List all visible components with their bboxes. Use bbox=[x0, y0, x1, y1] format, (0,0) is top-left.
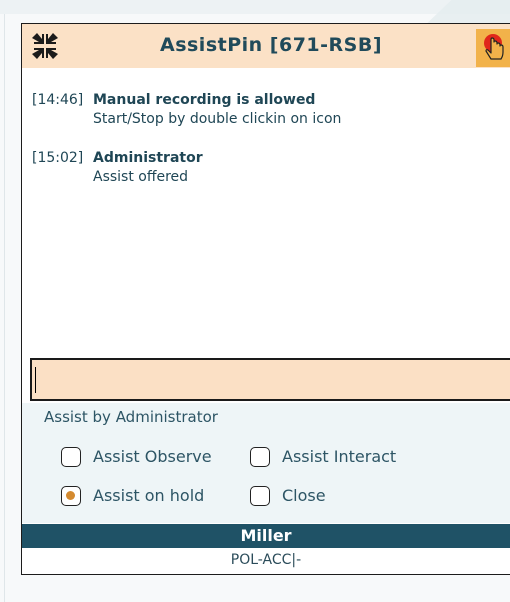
assist-on-hold-label: Assist on hold bbox=[93, 486, 205, 505]
text-caret bbox=[35, 367, 36, 393]
background-rule bbox=[4, 14, 5, 602]
log-time: [15:02] bbox=[32, 150, 84, 166]
log-sender: Administrator bbox=[93, 150, 203, 166]
assist-panel-title: Assist by Administrator bbox=[44, 408, 218, 426]
assist-panel: Assist by Administrator Assist Observe A… bbox=[22, 403, 510, 523]
assistpin-window: AssistPin [671-RSB] [14:46] Manual recor… bbox=[21, 23, 510, 575]
assist-interact-checkbox[interactable] bbox=[250, 447, 270, 467]
collapse-arrows-icon[interactable] bbox=[32, 33, 58, 59]
log-message: Assist offered bbox=[93, 169, 189, 185]
message-input[interactable] bbox=[30, 358, 510, 401]
window-title: AssistPin [671-RSB] bbox=[159, 34, 383, 56]
close-checkbox[interactable] bbox=[250, 486, 270, 506]
selected-dot bbox=[66, 491, 75, 500]
assist-interact-label: Assist Interact bbox=[282, 447, 397, 466]
assist-observe-checkbox[interactable] bbox=[61, 447, 81, 467]
user-name-bar: Miller bbox=[22, 524, 510, 548]
status-line: POL-ACC|- bbox=[22, 548, 510, 574]
assist-on-hold-checkbox[interactable] bbox=[61, 486, 81, 506]
background-strip bbox=[0, 0, 510, 14]
message-log: [14:46] Manual recording is allowed Star… bbox=[22, 68, 510, 358]
log-sender: Manual recording is allowed bbox=[93, 92, 316, 108]
log-message: Start/Stop by double clickin on icon bbox=[93, 111, 342, 127]
record-hand-icon[interactable] bbox=[476, 29, 510, 67]
title-bar: AssistPin [671-RSB] bbox=[22, 24, 510, 69]
assist-observe-label: Assist Observe bbox=[93, 447, 212, 466]
close-label: Close bbox=[282, 486, 326, 505]
log-time: [14:46] bbox=[32, 92, 84, 108]
